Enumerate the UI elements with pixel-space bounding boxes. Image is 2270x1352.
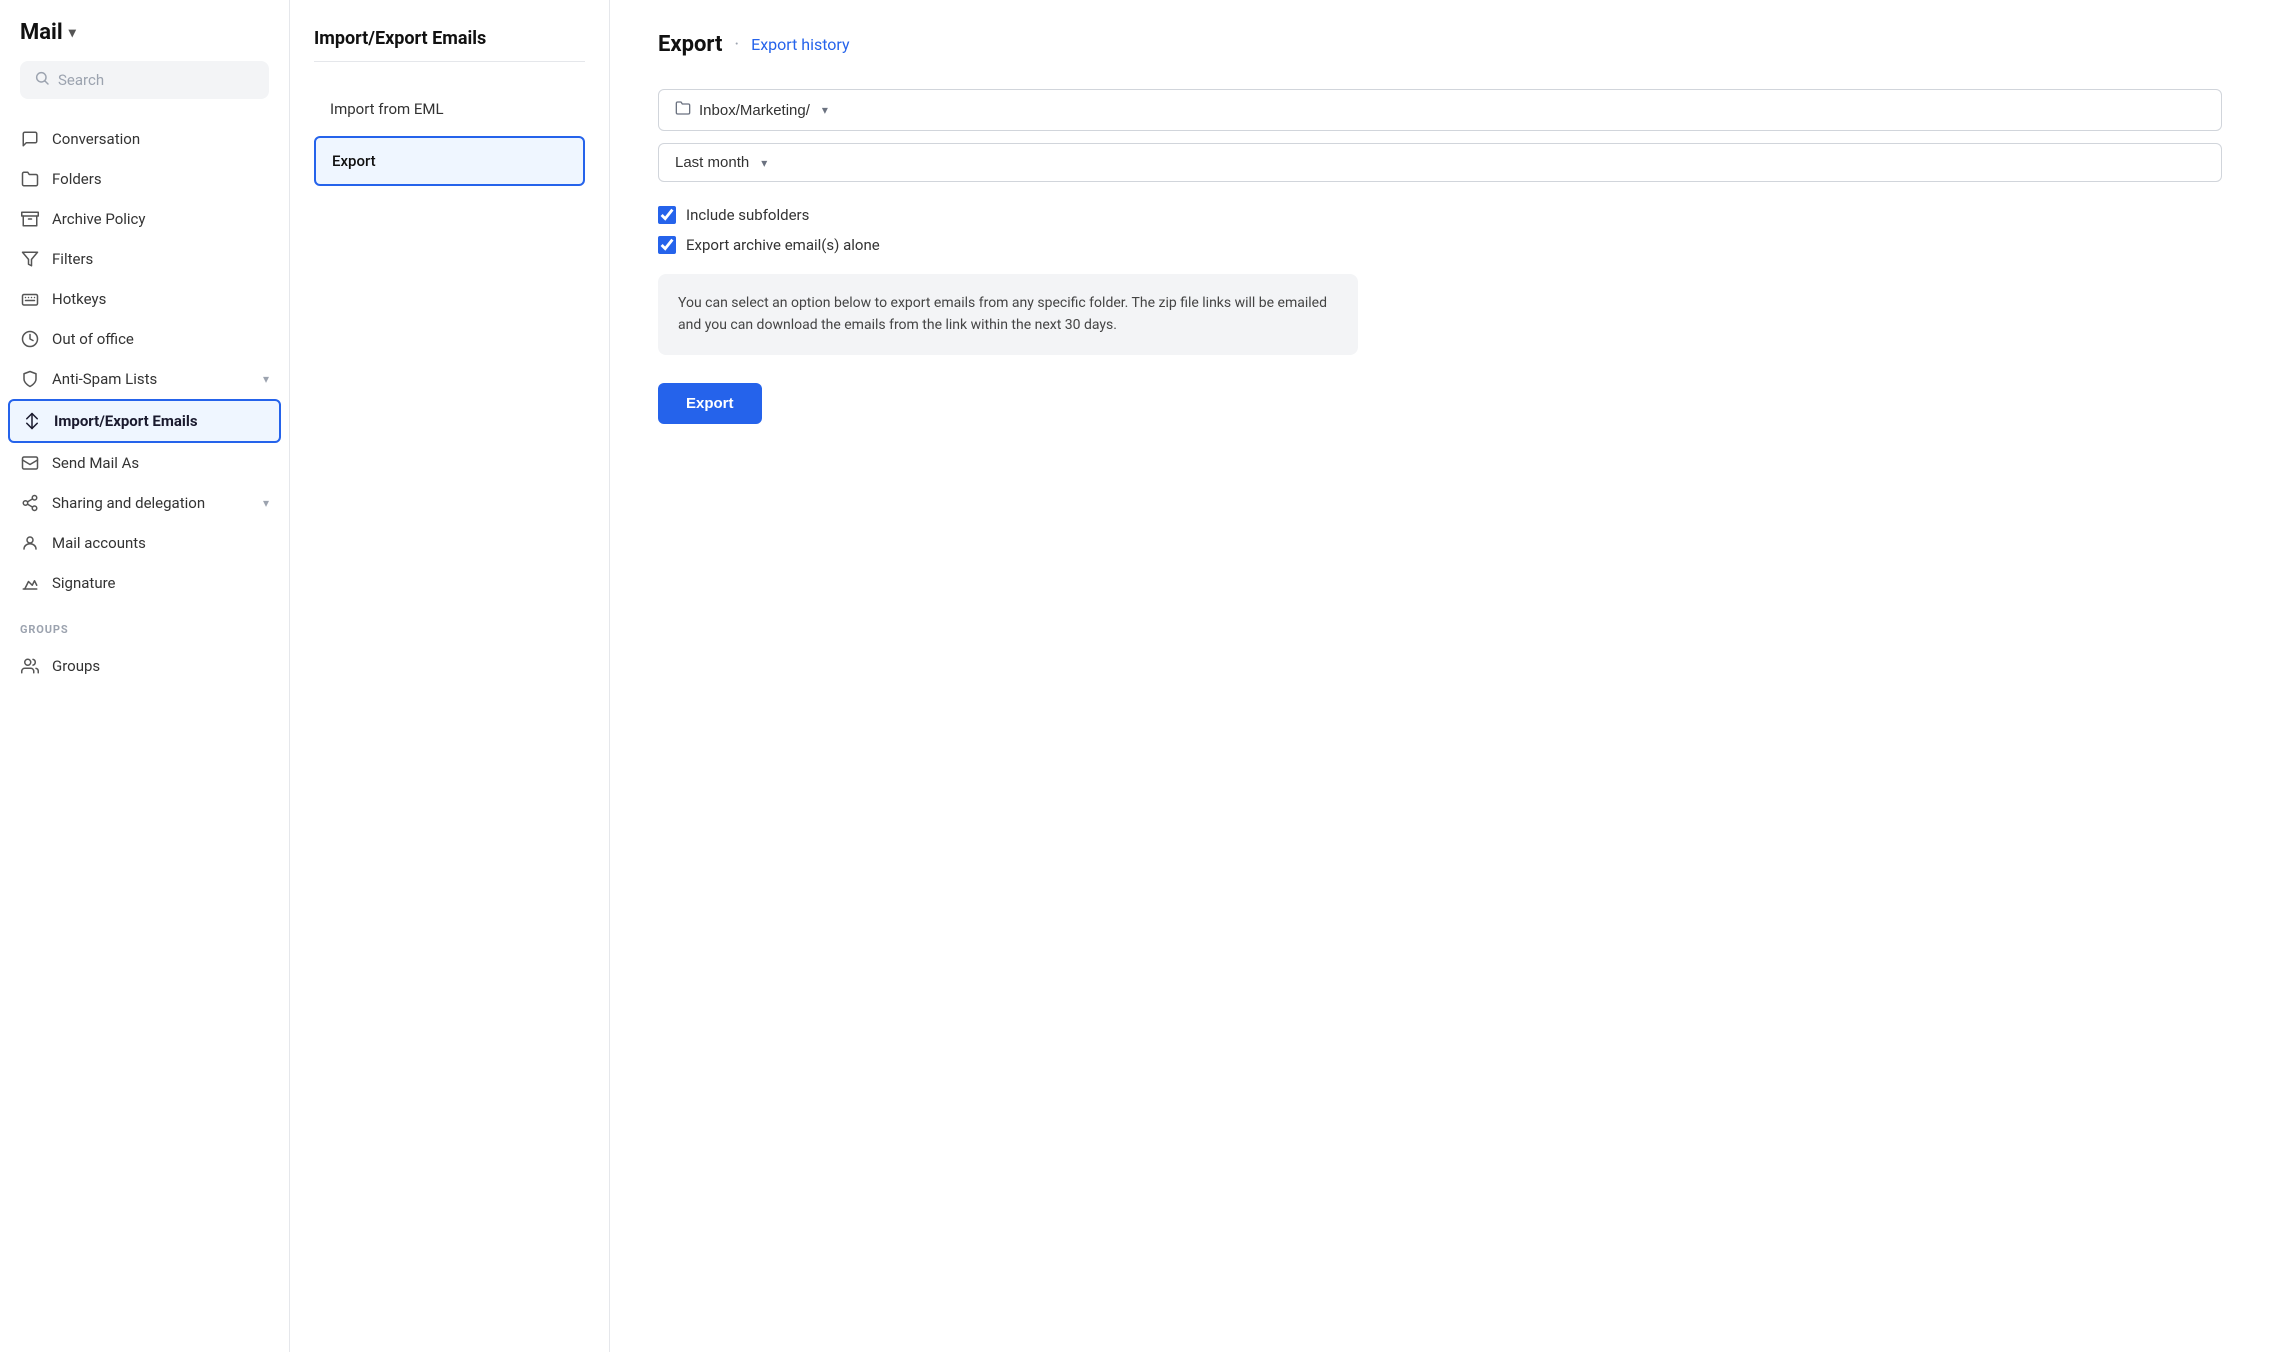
- checkbox-group: Include subfolders Export archive email(…: [658, 206, 2222, 254]
- main-title: Export: [658, 32, 722, 57]
- export-button[interactable]: Export: [658, 383, 762, 424]
- sidebar-item-conversation-label: Conversation: [52, 130, 140, 148]
- sidebar-item-filters-label: Filters: [52, 250, 93, 268]
- export-archive-label[interactable]: Export archive email(s) alone: [658, 236, 2222, 254]
- folder-dropdown[interactable]: Inbox/Marketing/ ▾: [658, 89, 2222, 131]
- date-dropdown[interactable]: Last month ▾: [658, 143, 2222, 182]
- search-placeholder: Search: [58, 71, 104, 89]
- controls-section: Inbox/Marketing/ ▾ Last month ▾: [658, 89, 2222, 182]
- middle-panel: Import/Export Emails Import from EML Exp…: [290, 0, 610, 1352]
- sidebar-item-anti-spam-label: Anti-Spam Lists: [52, 370, 157, 388]
- sidebar-item-folders-label: Folders: [52, 170, 102, 188]
- sidebar-item-conversation[interactable]: Conversation: [0, 119, 289, 159]
- sidebar-item-hotkeys-label: Hotkeys: [52, 290, 106, 308]
- sidebar-item-archive-policy-label: Archive Policy: [52, 210, 146, 228]
- sidebar-item-signature-label: Signature: [52, 574, 116, 592]
- middle-item-export[interactable]: Export: [314, 136, 585, 186]
- send-mail-icon: [20, 453, 40, 473]
- sharing-icon: [20, 493, 40, 513]
- app-title-text: Mail: [20, 20, 63, 45]
- app-title-chevron-icon: ▾: [69, 25, 76, 41]
- main-content: Export · Export history Inbox/Marketing/…: [610, 0, 2270, 1352]
- folder-dropdown-label: Inbox/Marketing/: [699, 102, 810, 119]
- signature-icon: [20, 573, 40, 593]
- main-separator: ·: [734, 34, 739, 55]
- sidebar-item-out-of-office[interactable]: Out of office: [0, 319, 289, 359]
- search-box[interactable]: Search: [20, 61, 269, 99]
- sidebar-item-import-export[interactable]: Import/Export Emails: [8, 399, 281, 443]
- archive-icon: [20, 209, 40, 229]
- date-dropdown-chevron-icon: ▾: [761, 156, 767, 170]
- include-subfolders-checkbox[interactable]: [658, 206, 676, 224]
- hotkeys-icon: [20, 289, 40, 309]
- sidebar-item-send-mail-as-label: Send Mail As: [52, 454, 139, 472]
- export-archive-text: Export archive email(s) alone: [686, 236, 880, 254]
- nav-section-main: Conversation Folders Archive Policy: [0, 115, 289, 607]
- main-header: Export · Export history: [658, 32, 2222, 57]
- include-subfolders-text: Include subfolders: [686, 206, 809, 224]
- sidebar-item-mail-accounts[interactable]: Mail accounts: [0, 523, 289, 563]
- chat-icon: [20, 129, 40, 149]
- sidebar-item-folders[interactable]: Folders: [0, 159, 289, 199]
- shield-icon: [20, 369, 40, 389]
- sidebar-item-mail-accounts-label: Mail accounts: [52, 534, 146, 552]
- folder-dropdown-chevron-icon: ▾: [822, 103, 828, 117]
- sidebar-item-out-of-office-label: Out of office: [52, 330, 134, 348]
- sidebar-item-archive-policy[interactable]: Archive Policy: [0, 199, 289, 239]
- folder-icon: [20, 169, 40, 189]
- middle-item-import-eml[interactable]: Import from EML: [314, 86, 585, 132]
- nav-section-groups: Groups: [0, 642, 289, 690]
- anti-spam-chevron-icon: ▾: [263, 372, 269, 386]
- sidebar-item-filters[interactable]: Filters: [0, 239, 289, 279]
- sidebar-item-send-mail-as[interactable]: Send Mail As: [0, 443, 289, 483]
- folder-dropdown-icon: [675, 100, 691, 120]
- date-dropdown-label: Last month: [675, 154, 749, 171]
- info-box: You can select an option below to export…: [658, 274, 1358, 355]
- middle-panel-title: Import/Export Emails: [314, 28, 585, 62]
- export-archive-checkbox[interactable]: [658, 236, 676, 254]
- mail-accounts-icon: [20, 533, 40, 553]
- groups-section-label: GROUPS: [0, 607, 289, 642]
- sidebar-item-groups-label: Groups: [52, 657, 100, 675]
- sidebar-item-signature[interactable]: Signature: [0, 563, 289, 603]
- sidebar: Mail ▾ Search Conversation: [0, 0, 290, 1352]
- filter-icon: [20, 249, 40, 269]
- groups-icon: [20, 656, 40, 676]
- sidebar-item-import-export-label: Import/Export Emails: [54, 412, 198, 430]
- sidebar-item-sharing[interactable]: Sharing and delegation ▾: [0, 483, 289, 523]
- search-icon: [34, 70, 50, 90]
- sidebar-item-groups[interactable]: Groups: [0, 646, 289, 686]
- import-export-icon: [22, 411, 42, 431]
- sidebar-item-sharing-label: Sharing and delegation: [52, 494, 205, 512]
- info-box-text: You can select an option below to export…: [678, 295, 1327, 333]
- export-history-link[interactable]: Export history: [751, 35, 849, 54]
- sharing-chevron-icon: ▾: [263, 496, 269, 510]
- app-title[interactable]: Mail ▾: [20, 20, 269, 45]
- out-of-office-icon: [20, 329, 40, 349]
- include-subfolders-label[interactable]: Include subfolders: [658, 206, 2222, 224]
- sidebar-header: Mail ▾ Search: [0, 20, 289, 115]
- sidebar-item-anti-spam[interactable]: Anti-Spam Lists ▾: [0, 359, 289, 399]
- sidebar-item-hotkeys[interactable]: Hotkeys: [0, 279, 289, 319]
